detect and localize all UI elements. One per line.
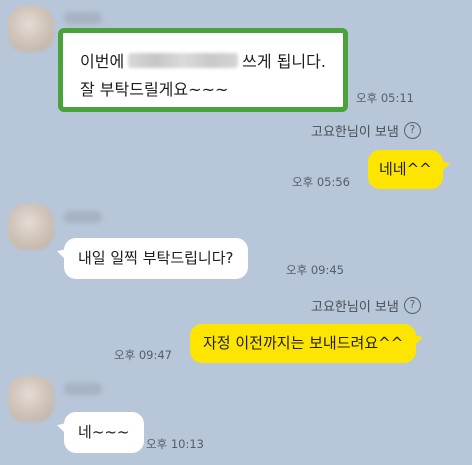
message-text-after: 쓰게 됩니다. — [242, 52, 326, 71]
message-time: 오후 05:56 — [292, 175, 350, 189]
sent-by-label: 고요한님이 보냄 ? — [311, 296, 421, 315]
message-text-line2: 잘 부탁드릴게요~~~ — [80, 80, 229, 99]
message-bubble-outgoing[interactable]: 자정 이전까지는 보내드려요^^ — [190, 324, 417, 363]
redacted-text — [128, 53, 239, 68]
avatar[interactable] — [8, 6, 54, 52]
sender-name-redacted — [64, 12, 102, 24]
message-bubble-outgoing[interactable]: 네네^^ — [368, 150, 443, 189]
avatar[interactable] — [8, 204, 54, 250]
message-text-before: 이번에 — [80, 52, 125, 71]
sent-by-label: 고요한님이 보냄 ? — [311, 121, 421, 140]
message-time: 오후 10:13 — [146, 437, 204, 451]
sent-by-text: 고요한님이 보냄 — [311, 300, 399, 315]
message-time: 오후 09:45 — [286, 263, 344, 277]
question-circle-icon[interactable]: ? — [403, 297, 421, 314]
message-time: 오후 09:47 — [114, 348, 172, 362]
question-circle-icon[interactable]: ? — [403, 122, 421, 139]
message-bubble-incoming[interactable]: 내일 일찍 부탁드립니다? — [64, 238, 248, 279]
sender-name-redacted — [64, 383, 102, 395]
message-bubble-incoming[interactable]: 네~~~ — [64, 412, 144, 453]
sent-by-text: 고요한님이 보냄 — [311, 125, 399, 140]
message-time: 오후 05:11 — [356, 91, 414, 105]
avatar[interactable] — [8, 376, 54, 422]
message-text-line1: 이번에 쓰게 됩니다. — [80, 48, 326, 72]
sender-name-redacted — [64, 211, 102, 223]
